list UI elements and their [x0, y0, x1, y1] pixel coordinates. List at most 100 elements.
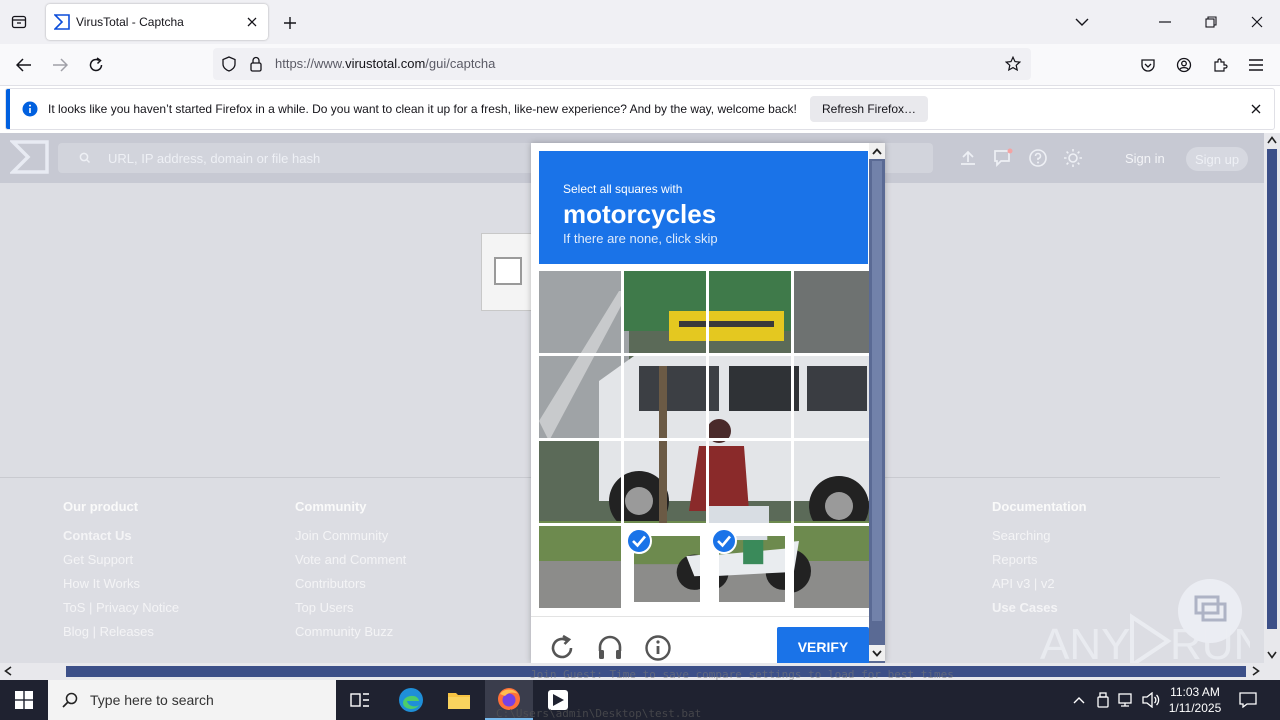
taskbar-search-box[interactable]: Type here to search — [48, 680, 336, 720]
tracking-protection-shield-icon[interactable] — [221, 56, 237, 72]
footer-link-tos-privacy[interactable]: ToS | Privacy Notice — [63, 600, 179, 624]
captcha-tile[interactable] — [624, 441, 706, 523]
active-tab[interactable]: VirusTotal - Captcha — [46, 4, 268, 40]
upload-icon[interactable] — [958, 148, 978, 168]
page-vertical-scroll-thumb[interactable] — [1267, 149, 1277, 629]
account-button[interactable] — [1171, 52, 1197, 78]
page-vertical-scrollbar[interactable] — [1264, 133, 1280, 663]
captcha-tile[interactable] — [794, 526, 876, 608]
minimize-button[interactable] — [1151, 8, 1179, 36]
task-view-button[interactable] — [336, 680, 384, 720]
captcha-hint: If there are none, click skip — [563, 231, 718, 246]
footer-link-vote-comment[interactable]: Vote and Comment — [295, 552, 406, 576]
footer-link-how-it-works[interactable]: How It Works — [63, 576, 179, 600]
theme-sun-icon[interactable] — [1063, 148, 1083, 168]
footer-link-reports[interactable]: Reports — [992, 552, 1087, 576]
audio-challenge-icon[interactable] — [595, 633, 625, 663]
lock-icon[interactable] — [249, 56, 263, 72]
tray-usb[interactable] — [1093, 690, 1113, 710]
list-all-tabs-button[interactable] — [1068, 8, 1096, 36]
action-center-button[interactable] — [1238, 690, 1258, 710]
scroll-down-icon[interactable] — [869, 645, 885, 661]
reload-button[interactable] — [83, 52, 109, 78]
captcha-tile-image — [539, 441, 621, 523]
sign-in-link[interactable]: Sign in — [1125, 151, 1165, 166]
url-path: /gui/captcha — [425, 56, 496, 71]
scroll-left-icon[interactable] — [4, 666, 12, 676]
captcha-tile[interactable] — [794, 356, 876, 438]
close-window-button[interactable] — [1243, 8, 1271, 36]
taskbar-file-explorer[interactable] — [435, 680, 483, 720]
virustotal-logo-icon[interactable] — [10, 139, 50, 175]
captcha-tile[interactable] — [539, 441, 621, 523]
captcha-tile[interactable] — [624, 271, 706, 353]
scroll-down-icon[interactable] — [1267, 651, 1277, 659]
captcha-tile[interactable] — [709, 526, 791, 608]
bookmark-star-icon[interactable] — [1005, 56, 1021, 72]
footer-link-join-community[interactable]: Join Community — [295, 528, 406, 552]
extensions-button[interactable] — [1207, 52, 1233, 78]
url-host: virustotal.com — [345, 56, 426, 71]
footer-link-get-support[interactable]: Get Support — [63, 552, 179, 576]
captcha-tile[interactable] — [624, 526, 706, 608]
verify-button[interactable]: VERIFY — [777, 627, 869, 663]
search-icon — [79, 152, 91, 164]
captcha-tile[interactable] — [709, 356, 791, 438]
plus-icon — [284, 17, 296, 29]
captcha-tile-image — [794, 271, 876, 353]
taskbar-edge[interactable] — [387, 680, 435, 720]
scroll-right-icon[interactable] — [1252, 666, 1260, 676]
back-button[interactable] — [11, 52, 37, 78]
captcha-tile[interactable] — [539, 271, 621, 353]
refresh-challenge-icon[interactable] — [547, 633, 577, 663]
footer-link-contact-us[interactable]: Contact Us — [63, 528, 179, 552]
footer-link-contributors[interactable]: Contributors — [295, 576, 406, 600]
restore-button[interactable] — [1197, 8, 1225, 36]
captcha-tile[interactable] — [539, 356, 621, 438]
url-prefix: https://www. — [275, 56, 346, 71]
info-challenge-icon[interactable] — [643, 633, 673, 663]
start-button[interactable] — [0, 680, 48, 720]
scroll-up-icon[interactable] — [1267, 136, 1277, 144]
forward-button[interactable] — [47, 52, 73, 78]
url-text[interactable]: https://www.virustotal.com/gui/captcha — [275, 56, 495, 71]
navigation-toolbar: https://www.virustotal.com/gui/captcha — [0, 44, 1280, 86]
refresh-firefox-button[interactable]: Refresh Firefox… — [810, 96, 929, 122]
new-tab-button[interactable] — [279, 12, 301, 34]
captcha-tile-image — [624, 441, 706, 523]
captcha-tile[interactable] — [709, 271, 791, 353]
notifications-chat-icon[interactable] — [993, 148, 1013, 168]
tray-network[interactable] — [1117, 690, 1137, 710]
firefox-view-icon — [11, 15, 27, 29]
captcha-tile-image — [709, 356, 791, 438]
captcha-tile[interactable] — [709, 441, 791, 523]
clock-date: 1/11/2025 — [1168, 701, 1222, 715]
scroll-up-icon[interactable] — [869, 143, 885, 159]
footer-link-api[interactable]: API v3 | v2 — [992, 576, 1087, 600]
captcha-scroll-thumb[interactable] — [872, 161, 882, 621]
captcha-tile[interactable] — [539, 526, 621, 608]
close-tab-icon[interactable] — [244, 14, 260, 30]
minimize-icon — [1159, 21, 1171, 23]
captcha-footer-divider — [531, 616, 871, 617]
close-notification-icon[interactable] — [1248, 101, 1264, 117]
captcha-tile[interactable] — [794, 271, 876, 353]
firefox-view-button[interactable] — [6, 10, 32, 34]
captcha-scrollbar[interactable] — [869, 143, 885, 663]
address-bar[interactable]: https://www.virustotal.com/gui/captcha — [213, 48, 1031, 80]
footer-link-blog-releases[interactable]: Blog | Releases — [63, 624, 179, 648]
pocket-button[interactable] — [1135, 52, 1161, 78]
taskbar-clock[interactable]: 11:03 AM 1/11/2025 — [1160, 684, 1230, 716]
tray-volume[interactable] — [1141, 690, 1161, 710]
clock-time: 11:03 AM — [1170, 685, 1220, 699]
footer-link-top-users[interactable]: Top Users — [295, 600, 406, 624]
captcha-checkbox[interactable] — [494, 257, 522, 285]
captcha-tile[interactable] — [794, 441, 876, 523]
tray-overflow-button[interactable] — [1069, 690, 1089, 710]
sign-up-button[interactable]: Sign up — [1186, 147, 1248, 171]
footer-link-searching[interactable]: Searching — [992, 528, 1087, 552]
help-icon[interactable] — [1028, 148, 1048, 168]
captcha-tile[interactable] — [624, 356, 706, 438]
footer-link-community-buzz[interactable]: Community Buzz — [295, 624, 406, 648]
menu-button[interactable] — [1243, 52, 1269, 78]
